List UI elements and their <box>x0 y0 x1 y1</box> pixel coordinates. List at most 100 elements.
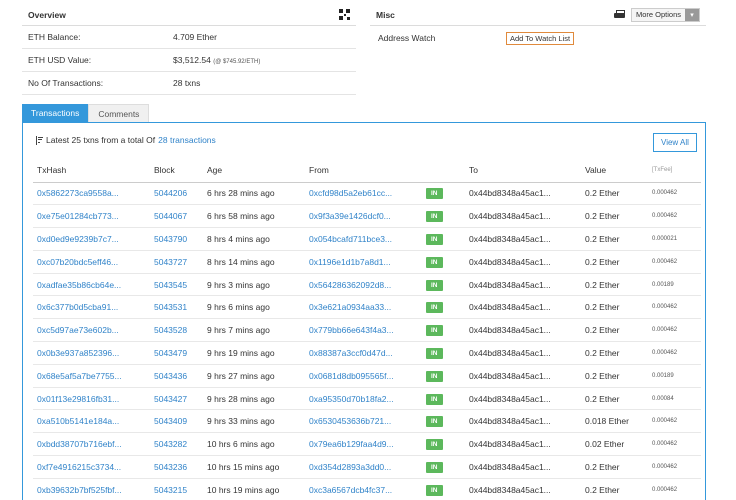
from-address-link[interactable]: 0x6530453636b721... <box>309 416 391 426</box>
col-direction <box>422 159 465 183</box>
from-address-link[interactable]: 0x88387a3ccf0d47d... <box>309 348 393 358</box>
tx-value: 0.2 Ether <box>585 256 620 267</box>
from-address-link[interactable]: 0x054bcafd711bce3... <box>309 234 392 244</box>
direction-badge: IN <box>426 256 443 268</box>
table-cell: 5043790 <box>150 227 203 251</box>
tab-comments[interactable]: Comments <box>88 104 150 122</box>
table-row: 0xd0ed9e9239b7c7... 5043790 8 hrs 4 mins a… <box>33 227 701 251</box>
table-cell: 9 hrs 19 mins ago <box>203 341 305 365</box>
view-all-button[interactable]: View All <box>653 133 697 152</box>
eth-usd-value-wrap: $3,512.54 (@ $745.92/ETH) <box>173 55 350 65</box>
tx-fee: 0.000462 <box>652 418 678 425</box>
table-cell: 5043479 <box>150 341 203 365</box>
table-cell: 0xc3a6567dcb4fc37... <box>305 478 422 500</box>
col-txhash: TxHash <box>33 159 150 183</box>
tab-transactions[interactable]: Transactions <box>22 104 89 122</box>
direction-badge: IN <box>426 279 443 291</box>
to-address: 0x44bd8348a45ac1... <box>469 279 551 290</box>
print-icon[interactable] <box>613 10 625 19</box>
from-address-link[interactable]: 0x9f3a39e1426dcf0... <box>309 211 391 221</box>
tx-count-label: No Of Transactions: <box>28 78 104 88</box>
table-cell: 5043409 <box>150 409 203 434</box>
table-cell: 0.018 Ether <box>581 409 648 434</box>
tx-hash-link[interactable]: 0x0b3e937a852396... <box>37 348 119 358</box>
table-cell: 0x68e5af5a7be7755... <box>33 364 150 388</box>
from-address-link[interactable]: 0xd354d2893a3dd0... <box>309 462 391 472</box>
from-address-link[interactable]: 0xcfd98d5a2eb61cc... <box>309 188 392 198</box>
block-link[interactable]: 5043282 <box>154 439 187 449</box>
table-cell: 5043545 <box>150 273 203 297</box>
tx-hash-link[interactable]: 0xbdd38707b716ebf... <box>37 439 122 449</box>
more-options-button[interactable]: More Options ▾ <box>630 7 700 22</box>
tx-age: 10 hrs 19 mins ago <box>207 484 280 495</box>
block-link[interactable]: 5043479 <box>154 348 187 358</box>
add-to-watch-list-button[interactable]: Add To Watch List <box>506 31 575 45</box>
block-link[interactable]: 5043531 <box>154 302 187 312</box>
to-address: 0x44bd8348a45ac1... <box>469 211 551 222</box>
eth-balance-label: ETH Balance: <box>28 32 81 42</box>
tx-hash-link[interactable]: 0x68e5af5a7be7755... <box>37 371 122 381</box>
block-link[interactable]: 5044067 <box>154 211 187 221</box>
block-link[interactable]: 5043215 <box>154 485 187 495</box>
tx-hash-link[interactable]: 0x5862273ca9558a... <box>37 188 119 198</box>
tx-age: 9 hrs 33 mins ago <box>207 416 275 427</box>
from-address-link[interactable]: 0x0681d8db095565f... <box>309 371 394 381</box>
from-address-link[interactable]: 0x564286362092d8... <box>309 280 391 290</box>
from-address-link[interactable]: 0x79ea6b129faa4d9... <box>309 439 394 449</box>
total-transactions-link[interactable]: 28 transactions <box>158 135 216 145</box>
tx-age: 8 hrs 4 mins ago <box>207 233 270 244</box>
table-cell: 0x44bd8348a45ac1... <box>465 455 581 479</box>
tx-hash-link[interactable]: 0x01f13e29816fb31... <box>37 394 119 404</box>
tx-hash-link[interactable]: 0xc07b20bdc5eff46... <box>37 257 118 267</box>
tx-age: 9 hrs 6 mins ago <box>207 302 270 313</box>
col-to: To <box>465 159 581 183</box>
table-cell: 0x88387a3ccf0d47d... <box>305 341 422 365</box>
tx-hash-link[interactable]: 0xb39632b7bf525fbf... <box>37 485 122 495</box>
block-link[interactable]: 5043436 <box>154 371 187 381</box>
block-link[interactable]: 5043727 <box>154 257 187 267</box>
table-cell: 0.2 Ether <box>581 341 648 365</box>
block-link[interactable]: 5043409 <box>154 416 187 426</box>
table-cell: 0x0b3e937a852396... <box>33 341 150 365</box>
table-cell: 0.2 Ether <box>581 250 648 274</box>
direction-badge: IN <box>426 211 443 223</box>
table-cell: 0x0681d8db095565f... <box>305 364 422 388</box>
tx-count-row: No Of Transactions: 28 txns <box>22 72 356 95</box>
table-cell: 0.2 Ether <box>581 227 648 251</box>
block-link[interactable]: 5044206 <box>154 188 187 198</box>
from-address-link[interactable]: 0x779bb66e643f4a3... <box>309 325 394 335</box>
from-address-link[interactable]: 0x3e621a0934aa33... <box>309 302 391 312</box>
from-address-link[interactable]: 0x1196e1d1b7a8d1... <box>309 257 391 267</box>
to-address: 0x44bd8348a45ac1... <box>469 233 551 244</box>
tx-hash-link[interactable]: 0xadfae35b86cb64e... <box>37 280 121 290</box>
tx-hash-link[interactable]: 0xd0ed9e9239b7c7... <box>37 234 119 244</box>
more-options-label: More Options <box>635 10 681 19</box>
block-link[interactable]: 5043427 <box>154 394 187 404</box>
block-link[interactable]: 5043528 <box>154 325 187 335</box>
tx-value: 0.2 Ether <box>585 347 620 358</box>
tx-hash-link[interactable]: 0xf7e4916215c3734... <box>37 462 121 472</box>
table-cell: 5043436 <box>150 364 203 388</box>
table-cell: IN <box>422 227 465 251</box>
table-cell: 0x6c377b0d5cba91... <box>33 295 150 320</box>
tx-hash-link[interactable]: 0xe75e01284cb773... <box>37 211 119 221</box>
table-row: 0xc07b20bdc5eff46... 5043727 8 hrs 14 mins… <box>33 250 701 274</box>
tx-hash-link[interactable]: 0xc5d97ae73e602b... <box>37 325 119 335</box>
block-link[interactable]: 5043236 <box>154 462 187 472</box>
eth-usd-row: ETH USD Value: $3,512.54 (@ $745.92/ETH) <box>22 49 356 72</box>
table-cell: 5043531 <box>150 295 203 320</box>
qr-code-icon[interactable] <box>339 9 350 20</box>
table-cell: 0x054bcafd711bce3... <box>305 227 422 251</box>
tx-value: 0.2 Ether <box>585 302 620 313</box>
block-link[interactable]: 5043545 <box>154 280 187 290</box>
tx-hash-link[interactable]: 0xa510b5141e184a... <box>37 416 119 426</box>
transactions-panel: Latest 25 txns from a total Of 28 transa… <box>22 122 706 500</box>
table-cell: 5043528 <box>150 318 203 343</box>
block-link[interactable]: 5043790 <box>154 234 187 244</box>
tx-hash-link[interactable]: 0x6c377b0d5cba91... <box>37 302 118 312</box>
from-address-link[interactable]: 0xa95350d70b18fa2... <box>309 394 394 404</box>
table-cell: 0xbdd38707b716ebf... <box>33 432 150 457</box>
table-cell: 9 hrs 33 mins ago <box>203 409 305 434</box>
txn-summary: Latest 25 txns from a total Of 28 transa… <box>35 135 216 145</box>
from-address-link[interactable]: 0xc3a6567dcb4fc37... <box>309 485 392 495</box>
